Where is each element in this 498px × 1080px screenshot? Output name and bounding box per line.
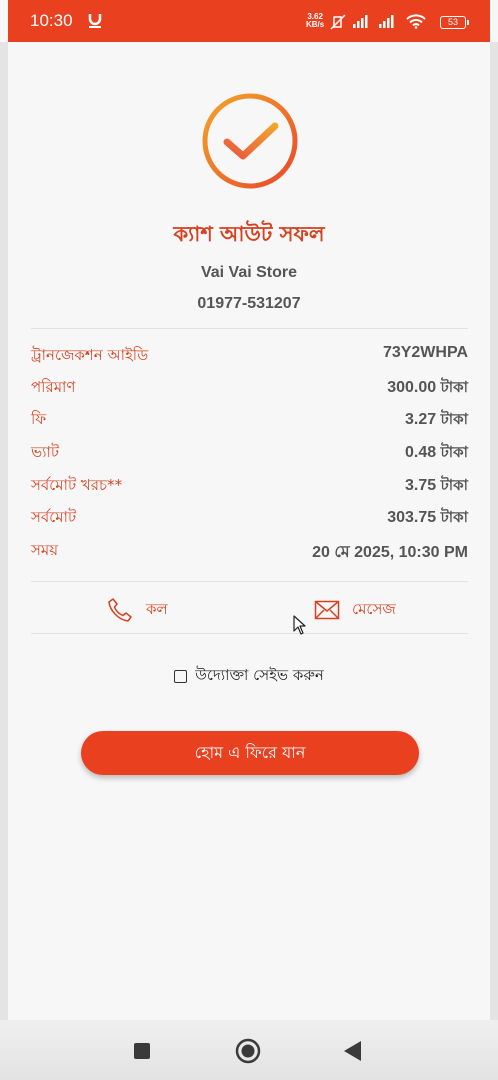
app-notification-icon bbox=[88, 14, 102, 28]
status-time: 10:30 bbox=[30, 11, 73, 30]
divider-top bbox=[31, 328, 468, 329]
save-entrepreneur-label: উদ্যোক্তা সেইভ করুন bbox=[195, 666, 324, 684]
success-title: ক্যাশ আউট সফল bbox=[173, 222, 325, 246]
row-label: সর্বমোট খরচ** bbox=[31, 476, 123, 494]
store-phone: 01977-531207 bbox=[197, 295, 301, 312]
system-navigation-bar bbox=[0, 1020, 498, 1080]
row-label: সর্বমোট bbox=[31, 508, 77, 526]
row-label: ট্রানজেকশন আইডি bbox=[31, 346, 149, 364]
row-fee: ফি 3.27 টাকা bbox=[31, 408, 468, 432]
value-unit: টাকা bbox=[440, 443, 468, 461]
value-text: 3.27 bbox=[405, 411, 437, 428]
receipt-card: ক্যাশ আউট সফল Vai Vai Store 01977-531207… bbox=[8, 42, 490, 1032]
row-transaction-id: ট্রানজেকশন আইডি 73Y2WHPA bbox=[31, 344, 468, 368]
background-edge-left bbox=[0, 42, 8, 1032]
row-value: 0.48 টাকা bbox=[405, 441, 468, 466]
value-text: 73Y2WHPA bbox=[382, 344, 468, 361]
call-label: কল bbox=[146, 599, 168, 618]
row-value: 73Y2WHPA bbox=[383, 344, 468, 362]
row-label: ভ্যাট bbox=[31, 443, 60, 461]
value-unit: টাকা bbox=[440, 476, 468, 494]
mouse-pointer-icon bbox=[293, 615, 306, 635]
battery-icon: 53 bbox=[440, 16, 469, 29]
save-entrepreneur-checkbox[interactable] bbox=[174, 670, 188, 683]
signal-icon-1 bbox=[353, 15, 368, 28]
store-name: Vai Vai Store bbox=[200, 264, 298, 281]
row-value: 3.27 টাকা bbox=[405, 408, 468, 433]
row-amount: পরিমাণ 300.00 টাকা bbox=[31, 376, 468, 400]
value-unit: টাকা bbox=[440, 508, 468, 526]
value-text: 303.75 bbox=[387, 509, 437, 526]
phone-icon bbox=[108, 598, 132, 622]
envelope-icon bbox=[314, 600, 340, 620]
row-time: সময় 20 মে 2025, 10:30 PM bbox=[31, 539, 468, 563]
row-grand-total: সর্বমোট 303.75 টাকা bbox=[31, 506, 468, 530]
network-speed: 3.62 KB/s bbox=[306, 13, 324, 29]
value-unit: টাকা bbox=[440, 410, 468, 428]
call-button[interactable]: কল bbox=[106, 595, 168, 625]
row-total-cost: সর্বমোট খরচ** 3.75 টাকা bbox=[31, 474, 468, 498]
triangle-back-icon[interactable] bbox=[343, 1040, 363, 1062]
save-entrepreneur-checkbox-row[interactable]: উদ্যোক্তা সেইভ করুন bbox=[8, 664, 490, 689]
row-value: 300.00 টাকা bbox=[387, 376, 468, 401]
divider-bottom bbox=[31, 633, 468, 634]
value-unit: টাকা bbox=[440, 378, 468, 396]
row-value: 3.75 টাকা bbox=[405, 474, 468, 499]
row-vat: ভ্যাট 0.48 টাকা bbox=[31, 441, 468, 465]
message-label: মেসেজ bbox=[352, 599, 396, 618]
circle-icon[interactable] bbox=[235, 1038, 261, 1064]
speed-unit: KB/s bbox=[306, 20, 325, 29]
signal-icon-2 bbox=[379, 15, 394, 28]
background-edge-right bbox=[490, 42, 498, 1032]
wifi-icon bbox=[406, 14, 426, 29]
message-button[interactable]: মেসেজ bbox=[314, 595, 396, 625]
row-value: 303.75 টাকা bbox=[387, 506, 468, 531]
row-value: 20 মে 2025, 10:30 PM bbox=[312, 539, 468, 566]
square-icon[interactable] bbox=[133, 1042, 151, 1060]
status-bar: 10:30 3.62 KB/s 53 bbox=[8, 0, 490, 42]
value-text: 0.48 bbox=[405, 444, 437, 461]
row-label: ফি bbox=[31, 410, 47, 428]
divider-middle bbox=[31, 581, 468, 582]
value-text: 3.75 bbox=[405, 477, 437, 494]
value-text: 20 মে 2025, 10:30 PM bbox=[312, 544, 468, 561]
check-circle-icon bbox=[202, 93, 298, 189]
value-text: 300.00 bbox=[387, 379, 437, 396]
mute-vibrate-icon bbox=[330, 14, 346, 30]
go-home-button[interactable]: হোম এ ফিরে যান bbox=[81, 731, 419, 775]
row-label: সময় bbox=[31, 541, 59, 559]
row-label: পরিমাণ bbox=[31, 378, 76, 396]
